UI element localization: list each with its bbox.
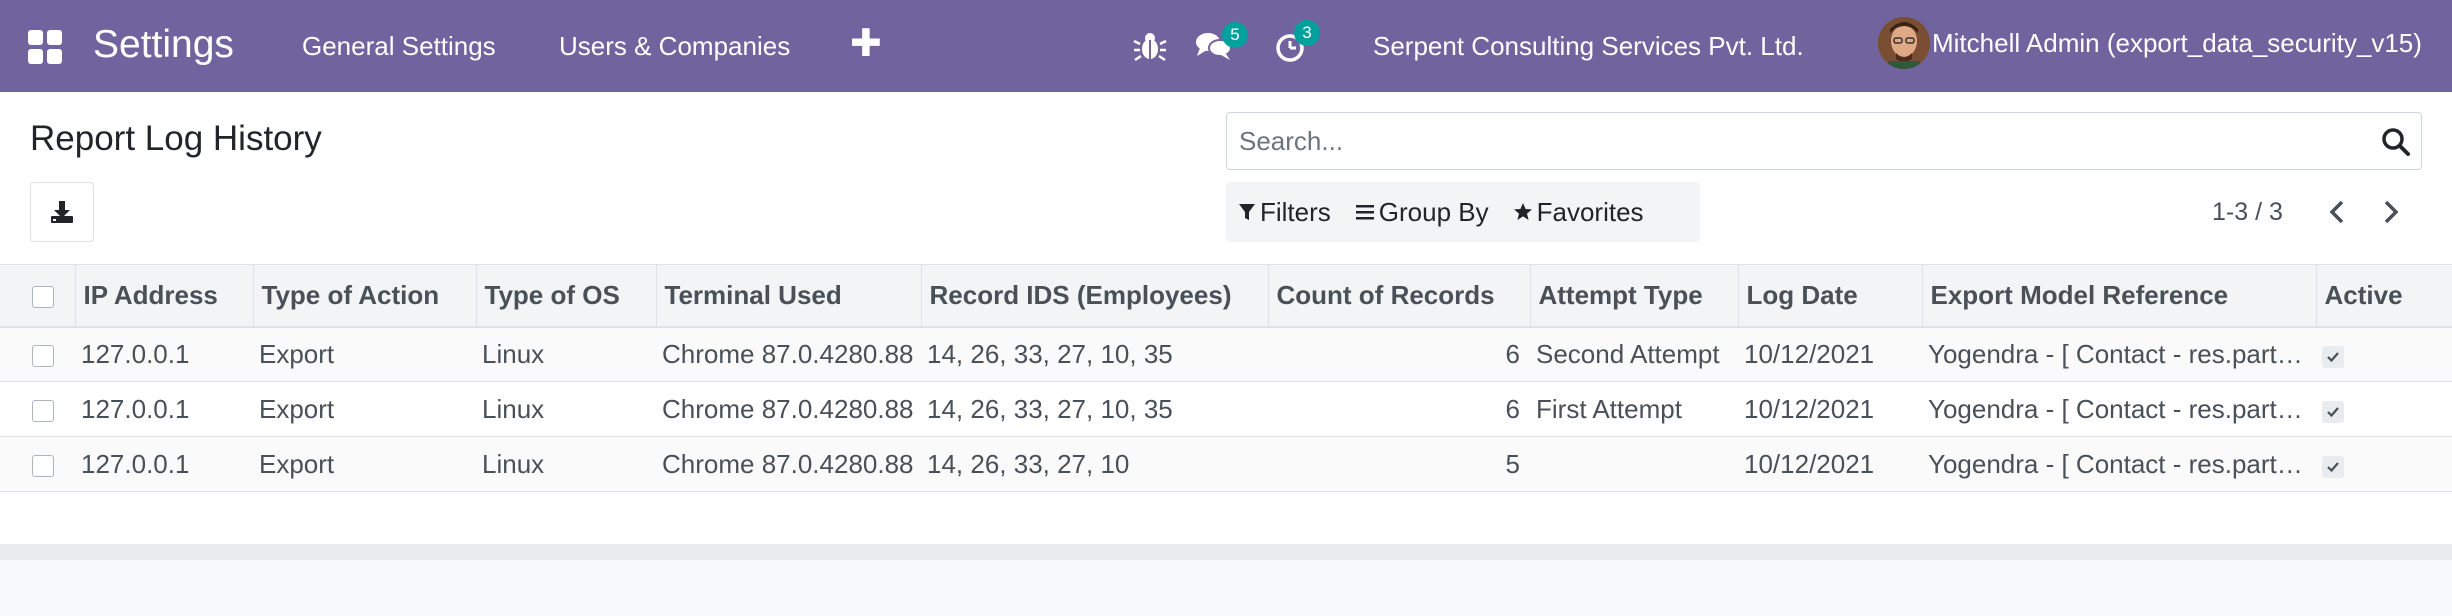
active-checkbox (2322, 345, 2344, 368)
column-header-export-model-reference[interactable]: Export Model Reference (1922, 264, 2317, 328)
pager-value[interactable]: 1-3 / 3 (2212, 194, 2283, 230)
cell-type-of-os: Linux (482, 448, 545, 479)
company-switcher[interactable]: Serpent Consulting Services Pvt. Ltd. (1373, 28, 1804, 64)
select-all-cell (0, 264, 76, 328)
cell-active (2316, 382, 2452, 437)
row-select-cell (0, 437, 75, 492)
user-name: Mitchell Admin (export_data_security_v15… (1932, 28, 2422, 58)
table-header-row: IP Address Type of Action Type of OS Ter… (0, 264, 2452, 328)
list-view: IP Address Type of Action Type of OS Ter… (0, 264, 2452, 492)
cell-type-of-action: Export (259, 338, 335, 369)
search-options-bar: Filters Group By Favorites (1226, 182, 1700, 242)
cell-log-date: 10/12/2021 (1744, 338, 1875, 369)
check-icon (2327, 461, 2339, 472)
pager-next-button[interactable] (2374, 194, 2408, 230)
cell-ip-address: 127.0.0.1 (81, 393, 190, 424)
table-row[interactable]: 127.0.0.1 Export Linux Chrome 87.0.4280.… (0, 382, 2452, 437)
search-input[interactable] (1239, 125, 2359, 157)
cell-active (2316, 437, 2452, 492)
row-checkbox[interactable] (32, 344, 54, 367)
column-header-attempt-type[interactable]: Attempt Type (1530, 264, 1739, 328)
app-title[interactable]: Settings (93, 18, 234, 72)
filters-button[interactable]: Filters (1226, 182, 1343, 242)
cell-log-date: 10/12/2021 (1744, 448, 1875, 479)
column-header-active[interactable]: Active (2316, 264, 2452, 328)
cell-type-of-action: Export (259, 448, 335, 479)
activities-clock-icon[interactable]: 3 (1274, 20, 1320, 68)
apps-menu-icon[interactable] (28, 30, 62, 64)
cell-terminal-used: Chrome 87.0.4280.88 (662, 393, 914, 424)
page-title: Report Log History (30, 119, 322, 158)
chevron-left-icon (2329, 200, 2344, 224)
cell-type-of-os: Linux (482, 393, 545, 424)
cell-type-of-action: Export (259, 393, 335, 424)
cell-count-of-records: 6 (1505, 393, 1520, 424)
row-select-cell (0, 327, 75, 382)
cell-record-ids: 14, 26, 33, 27, 10, 35 (927, 338, 1173, 369)
cell-record-ids: 14, 26, 33, 27, 10, 35 (927, 393, 1173, 424)
search-bar (1226, 112, 2422, 170)
debug-bug-icon[interactable] (1130, 26, 1170, 66)
column-header-record-ids[interactable]: Record IDS (Employees) (921, 264, 1269, 328)
cell-terminal-used: Chrome 87.0.4280.88 (662, 448, 914, 479)
bars-icon (1355, 205, 1374, 220)
table-row[interactable]: 127.0.0.1 Export Linux Chrome 87.0.4280.… (0, 326, 2452, 382)
column-header-log-date[interactable]: Log Date (1738, 264, 1923, 328)
column-header-ip-address[interactable]: IP Address (75, 264, 254, 328)
pager-previous-button[interactable] (2320, 194, 2354, 230)
row-checkbox[interactable] (32, 454, 54, 477)
cell-export-model-reference: Yogendra - [ Contact - res.partner ] (1928, 338, 2316, 369)
download-icon (51, 201, 73, 223)
star-icon (1513, 203, 1532, 220)
top-navbar: Settings General Settings Users & Compan… (0, 0, 2452, 92)
user-avatar (1878, 17, 1930, 69)
cell-ip-address: 127.0.0.1 (81, 338, 190, 369)
cell-type-of-os: Linux (482, 338, 545, 369)
activities-count-badge: 3 (1294, 20, 1320, 46)
column-header-type-of-action[interactable]: Type of Action (253, 264, 477, 328)
filters-label: Filters (1260, 196, 1331, 227)
menu-general-settings[interactable]: General Settings (302, 28, 496, 64)
cell-ip-address: 127.0.0.1 (81, 448, 190, 479)
menu-users-companies[interactable]: Users & Companies (559, 28, 790, 64)
filter-icon (1239, 204, 1255, 220)
cell-count-of-records: 6 (1505, 338, 1520, 369)
group-by-label: Group By (1378, 196, 1489, 227)
favorites-label: Favorites (1536, 196, 1644, 227)
cell-terminal-used: Chrome 87.0.4280.88 (662, 338, 914, 369)
active-checkbox (2322, 400, 2344, 423)
column-header-type-of-os[interactable]: Type of OS (476, 264, 657, 328)
cell-export-model-reference: Yogendra - [ Contact - res.partner ] (1928, 448, 2316, 479)
export-all-button[interactable] (30, 182, 94, 242)
cell-attempt-type (1530, 437, 1738, 492)
cell-attempt-type: First Attempt (1536, 393, 1682, 424)
row-checkbox[interactable] (32, 399, 54, 422)
check-icon (2327, 406, 2339, 417)
messages-icon[interactable]: 5 (1194, 22, 1248, 68)
horizontal-scrollbar[interactable] (0, 544, 2452, 560)
user-menu[interactable]: Mitchell Admin (export_data_security_v15… (1878, 16, 2422, 70)
active-checkbox (2322, 455, 2344, 478)
cell-attempt-type: Second Attempt (1536, 338, 1720, 369)
group-by-button[interactable]: Group By (1343, 182, 1501, 242)
check-icon (2327, 352, 2339, 362)
select-all-checkbox[interactable] (32, 285, 54, 308)
chevron-right-icon (2384, 200, 2399, 224)
search-icon[interactable] (2381, 127, 2411, 157)
table-row[interactable]: 127.0.0.1 Export Linux Chrome 87.0.4280.… (0, 436, 2452, 492)
favorites-button[interactable]: Favorites (1501, 182, 1656, 242)
report-log-table: IP Address Type of Action Type of OS Ter… (0, 264, 2452, 492)
column-header-terminal-used[interactable]: Terminal Used (656, 264, 922, 328)
row-select-cell (0, 382, 75, 437)
cell-active (2316, 327, 2452, 382)
column-header-count-of-records[interactable]: Count of Records (1268, 264, 1531, 328)
cell-record-ids: 14, 26, 33, 27, 10 (927, 448, 1130, 479)
cell-count-of-records: 5 (1505, 448, 1520, 479)
cell-export-model-reference: Yogendra - [ Contact - res.partner ] (1928, 393, 2316, 424)
messages-count-badge: 5 (1222, 22, 1248, 48)
cell-log-date: 10/12/2021 (1744, 393, 1875, 424)
more-menus-icon[interactable]: ✚ (850, 24, 882, 64)
